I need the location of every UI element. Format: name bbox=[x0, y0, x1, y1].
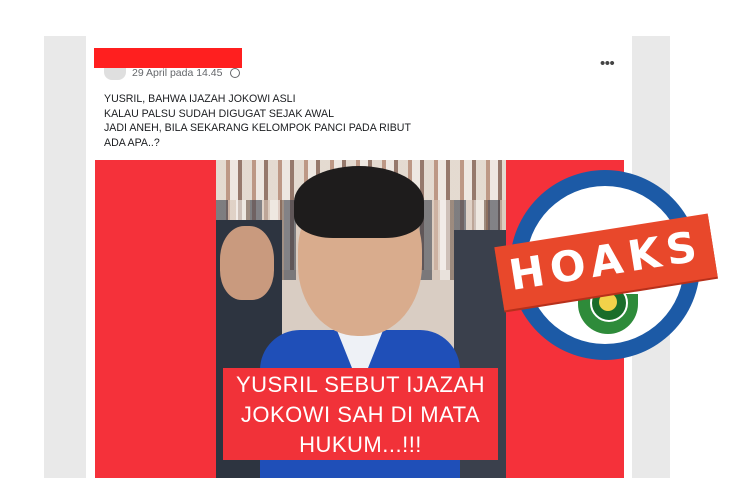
globe-icon bbox=[230, 68, 240, 78]
profile-avatar[interactable] bbox=[104, 66, 126, 80]
image-caption-box: YUSRIL SEBUT IJAZAH JOKOWI SAH DI MATA H… bbox=[223, 368, 498, 460]
speaker-hair bbox=[294, 166, 424, 238]
post-text-line: YUSRIL, BAHWA IJAZAH JOKOWI ASLI bbox=[104, 93, 296, 105]
caption-line: YUSRIL SEBUT IJAZAH bbox=[235, 372, 486, 397]
person-left-face bbox=[220, 226, 274, 300]
post-text: YUSRIL, BAHWA IJAZAH JOKOWI ASLI KALAU P… bbox=[104, 92, 411, 150]
left-gray-margin bbox=[44, 36, 86, 478]
caption-line: HUKUM...!!! bbox=[299, 432, 422, 457]
post-text-line: JADI ANEH, BILA SEKARANG KELOMPOK PANCI … bbox=[104, 122, 411, 135]
more-options-icon[interactable]: ••• bbox=[600, 56, 615, 71]
hoaks-stamp: CN HOAKS bbox=[494, 170, 718, 370]
redacted-username bbox=[94, 48, 242, 68]
caption-line: JOKOWI SAH DI MATA bbox=[240, 402, 481, 427]
post-text-line: KALAU PALSU SUDAH DIGUGAT SEJAK AWAL bbox=[104, 107, 334, 120]
post-text-line: ADA APA..? bbox=[104, 136, 160, 149]
logo-center-icon bbox=[599, 293, 617, 311]
post-timestamp[interactable]: 29 April pada 14.45 bbox=[132, 67, 223, 79]
